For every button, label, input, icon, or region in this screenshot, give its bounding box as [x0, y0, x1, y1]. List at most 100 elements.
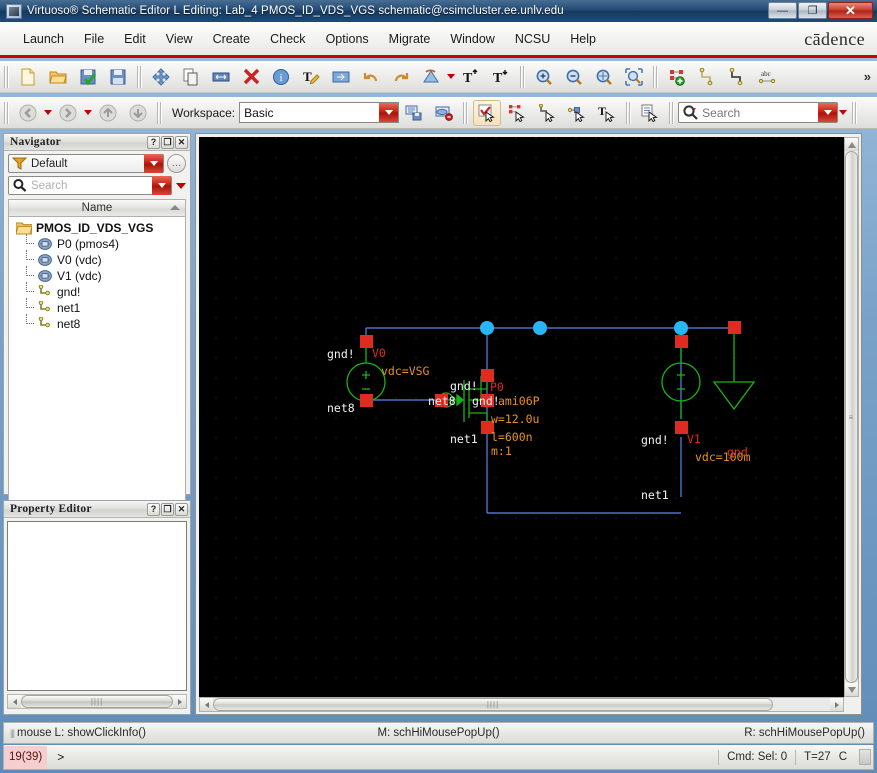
- navigator-search-box[interactable]: Search: [8, 176, 172, 195]
- tree-item-v0[interactable]: V0 (vdc): [11, 250, 185, 268]
- search-dropdown-icon[interactable]: [818, 103, 838, 122]
- delete-icon[interactable]: [237, 64, 265, 90]
- check-save-icon[interactable]: [74, 64, 102, 90]
- menu-file[interactable]: File: [75, 28, 113, 50]
- select-all-icon[interactable]: [473, 99, 502, 126]
- menu-check[interactable]: Check: [261, 28, 314, 50]
- minimize-button[interactable]: —: [768, 2, 797, 19]
- create-label-icon[interactable]: abc: [753, 64, 781, 90]
- back-icon[interactable]: [14, 100, 42, 126]
- move-icon[interactable]: [147, 64, 175, 90]
- scroll-left-icon[interactable]: [200, 698, 213, 711]
- delete-workspace-icon[interactable]: [430, 100, 458, 126]
- select-instance-icon[interactable]: [503, 100, 531, 126]
- canvas-vertical-scrollbar[interactable]: ≡: [844, 137, 859, 697]
- text-down-icon[interactable]: T: [487, 64, 515, 90]
- global-search-input[interactable]: [699, 104, 819, 121]
- menu-window[interactable]: Window: [441, 28, 503, 50]
- property-editor-help-button[interactable]: ?: [147, 502, 160, 516]
- global-search-box[interactable]: [678, 102, 839, 123]
- zoom-in-icon[interactable]: [530, 64, 558, 90]
- open-file-icon[interactable]: [44, 64, 72, 90]
- zoom-out-icon[interactable]: [560, 64, 588, 90]
- toolbar-overflow-button[interactable]: »: [864, 69, 871, 84]
- stretch-icon[interactable]: [207, 64, 235, 90]
- scroll-down-icon[interactable]: [845, 683, 858, 696]
- new-file-icon[interactable]: [14, 64, 42, 90]
- navigator-column-header[interactable]: Name: [8, 199, 186, 216]
- navigator-filter-combobox[interactable]: Default: [8, 154, 164, 173]
- zoom-fit-icon[interactable]: [590, 64, 618, 90]
- scroll-up-icon[interactable]: [845, 138, 858, 151]
- property-editor-content[interactable]: [7, 521, 187, 691]
- up-hierarchy-icon[interactable]: [94, 100, 122, 126]
- menu-launch[interactable]: Launch: [14, 28, 73, 50]
- scroll-right-icon[interactable]: [830, 698, 843, 711]
- navigator-search-options-icon[interactable]: [175, 182, 186, 189]
- scroll-left-icon[interactable]: [8, 695, 21, 708]
- back-dropdown-icon[interactable]: [43, 100, 53, 126]
- tree-item-net1[interactable]: net1: [11, 298, 185, 316]
- search-options-icon[interactable]: [838, 100, 848, 126]
- save-icon[interactable]: [104, 64, 132, 90]
- navigator-help-button[interactable]: ?: [147, 135, 160, 149]
- command-input[interactable]: >: [47, 750, 718, 764]
- copy-icon[interactable]: [177, 64, 205, 90]
- save-workspace-icon[interactable]: [400, 100, 428, 126]
- flip-icon[interactable]: [417, 64, 445, 90]
- sort-ascending-icon[interactable]: [170, 205, 180, 210]
- navigator-close-button[interactable]: ✕: [175, 135, 188, 149]
- property-editor-close-button[interactable]: ✕: [175, 502, 188, 516]
- forward-dropdown-icon[interactable]: [83, 100, 93, 126]
- tree-item-design[interactable]: PMOS_ID_VDS_VGS: [11, 220, 185, 236]
- workspace-dropdown-icon[interactable]: [379, 103, 399, 122]
- properties-icon[interactable]: i: [267, 64, 295, 90]
- scroll-right-icon[interactable]: [173, 695, 186, 708]
- navigator-search-dropdown-icon[interactable]: [152, 176, 171, 195]
- navigator-filter-dropdown-icon[interactable]: [144, 154, 163, 173]
- add-instance-icon[interactable]: [663, 64, 691, 90]
- menu-view[interactable]: View: [157, 28, 202, 50]
- menu-help[interactable]: Help: [561, 28, 605, 50]
- select-text-icon[interactable]: T: [593, 100, 621, 126]
- tree-item-net8[interactable]: net8: [11, 314, 185, 332]
- property-editor-float-button[interactable]: ❐: [161, 502, 174, 516]
- return-top-icon[interactable]: [124, 100, 152, 126]
- navigator-tree[interactable]: PMOS_ID_VDS_VGS P0 (pmos4) V0 (vdc) V1 (…: [8, 216, 186, 504]
- select-pin-icon[interactable]: [563, 100, 591, 126]
- maximize-button[interactable]: ❐: [798, 2, 827, 19]
- edit-text-icon[interactable]: T: [297, 64, 325, 90]
- tree-item-gnd[interactable]: gnd!: [11, 282, 185, 300]
- text-up-icon[interactable]: T: [457, 64, 485, 90]
- tree-item-label: P0 (pmos4): [57, 237, 120, 251]
- property-editor-hscrollbar[interactable]: ||||: [7, 694, 187, 709]
- workspace-input[interactable]: [240, 104, 380, 121]
- horizontal-scrollbar-thumb[interactable]: ||||: [213, 698, 773, 711]
- canvas-horizontal-scrollbar[interactable]: ||||: [199, 697, 844, 712]
- select-annotation-icon[interactable]: [636, 100, 664, 126]
- navigator-float-button[interactable]: ❐: [161, 135, 174, 149]
- menu-migrate[interactable]: Migrate: [380, 28, 440, 50]
- tree-item-v1[interactable]: V1 (vdc): [11, 266, 185, 284]
- create-wire-name-icon[interactable]: [723, 64, 751, 90]
- undo-icon[interactable]: [357, 64, 385, 90]
- menu-edit[interactable]: Edit: [115, 28, 155, 50]
- descend-icon[interactable]: [327, 64, 355, 90]
- redo-icon[interactable]: [387, 64, 415, 90]
- close-button[interactable]: ✕: [828, 2, 873, 19]
- create-wire-icon[interactable]: [693, 64, 721, 90]
- select-wire-icon[interactable]: [533, 100, 561, 126]
- navigator-options-button[interactable]: …: [167, 154, 186, 173]
- schematic-canvas[interactable]: gnd! V0 vdc=VSG net8 net8 gnd! gnd! P0 a…: [199, 137, 844, 697]
- zoom-area-icon[interactable]: [620, 64, 648, 90]
- tree-item-p0[interactable]: P0 (pmos4): [11, 234, 185, 252]
- forward-icon[interactable]: [54, 100, 82, 126]
- menu-options[interactable]: Options: [317, 28, 378, 50]
- workspace-combobox[interactable]: [239, 102, 400, 123]
- window-resize-grip[interactable]: [859, 749, 871, 765]
- scrollbar-thumb[interactable]: ||||: [21, 695, 173, 708]
- flip-dropdown-icon[interactable]: [446, 64, 456, 90]
- menu-ncsu[interactable]: NCSU: [506, 28, 559, 50]
- vertical-scrollbar-thumb[interactable]: ≡: [845, 151, 858, 683]
- menu-create[interactable]: Create: [204, 28, 260, 50]
